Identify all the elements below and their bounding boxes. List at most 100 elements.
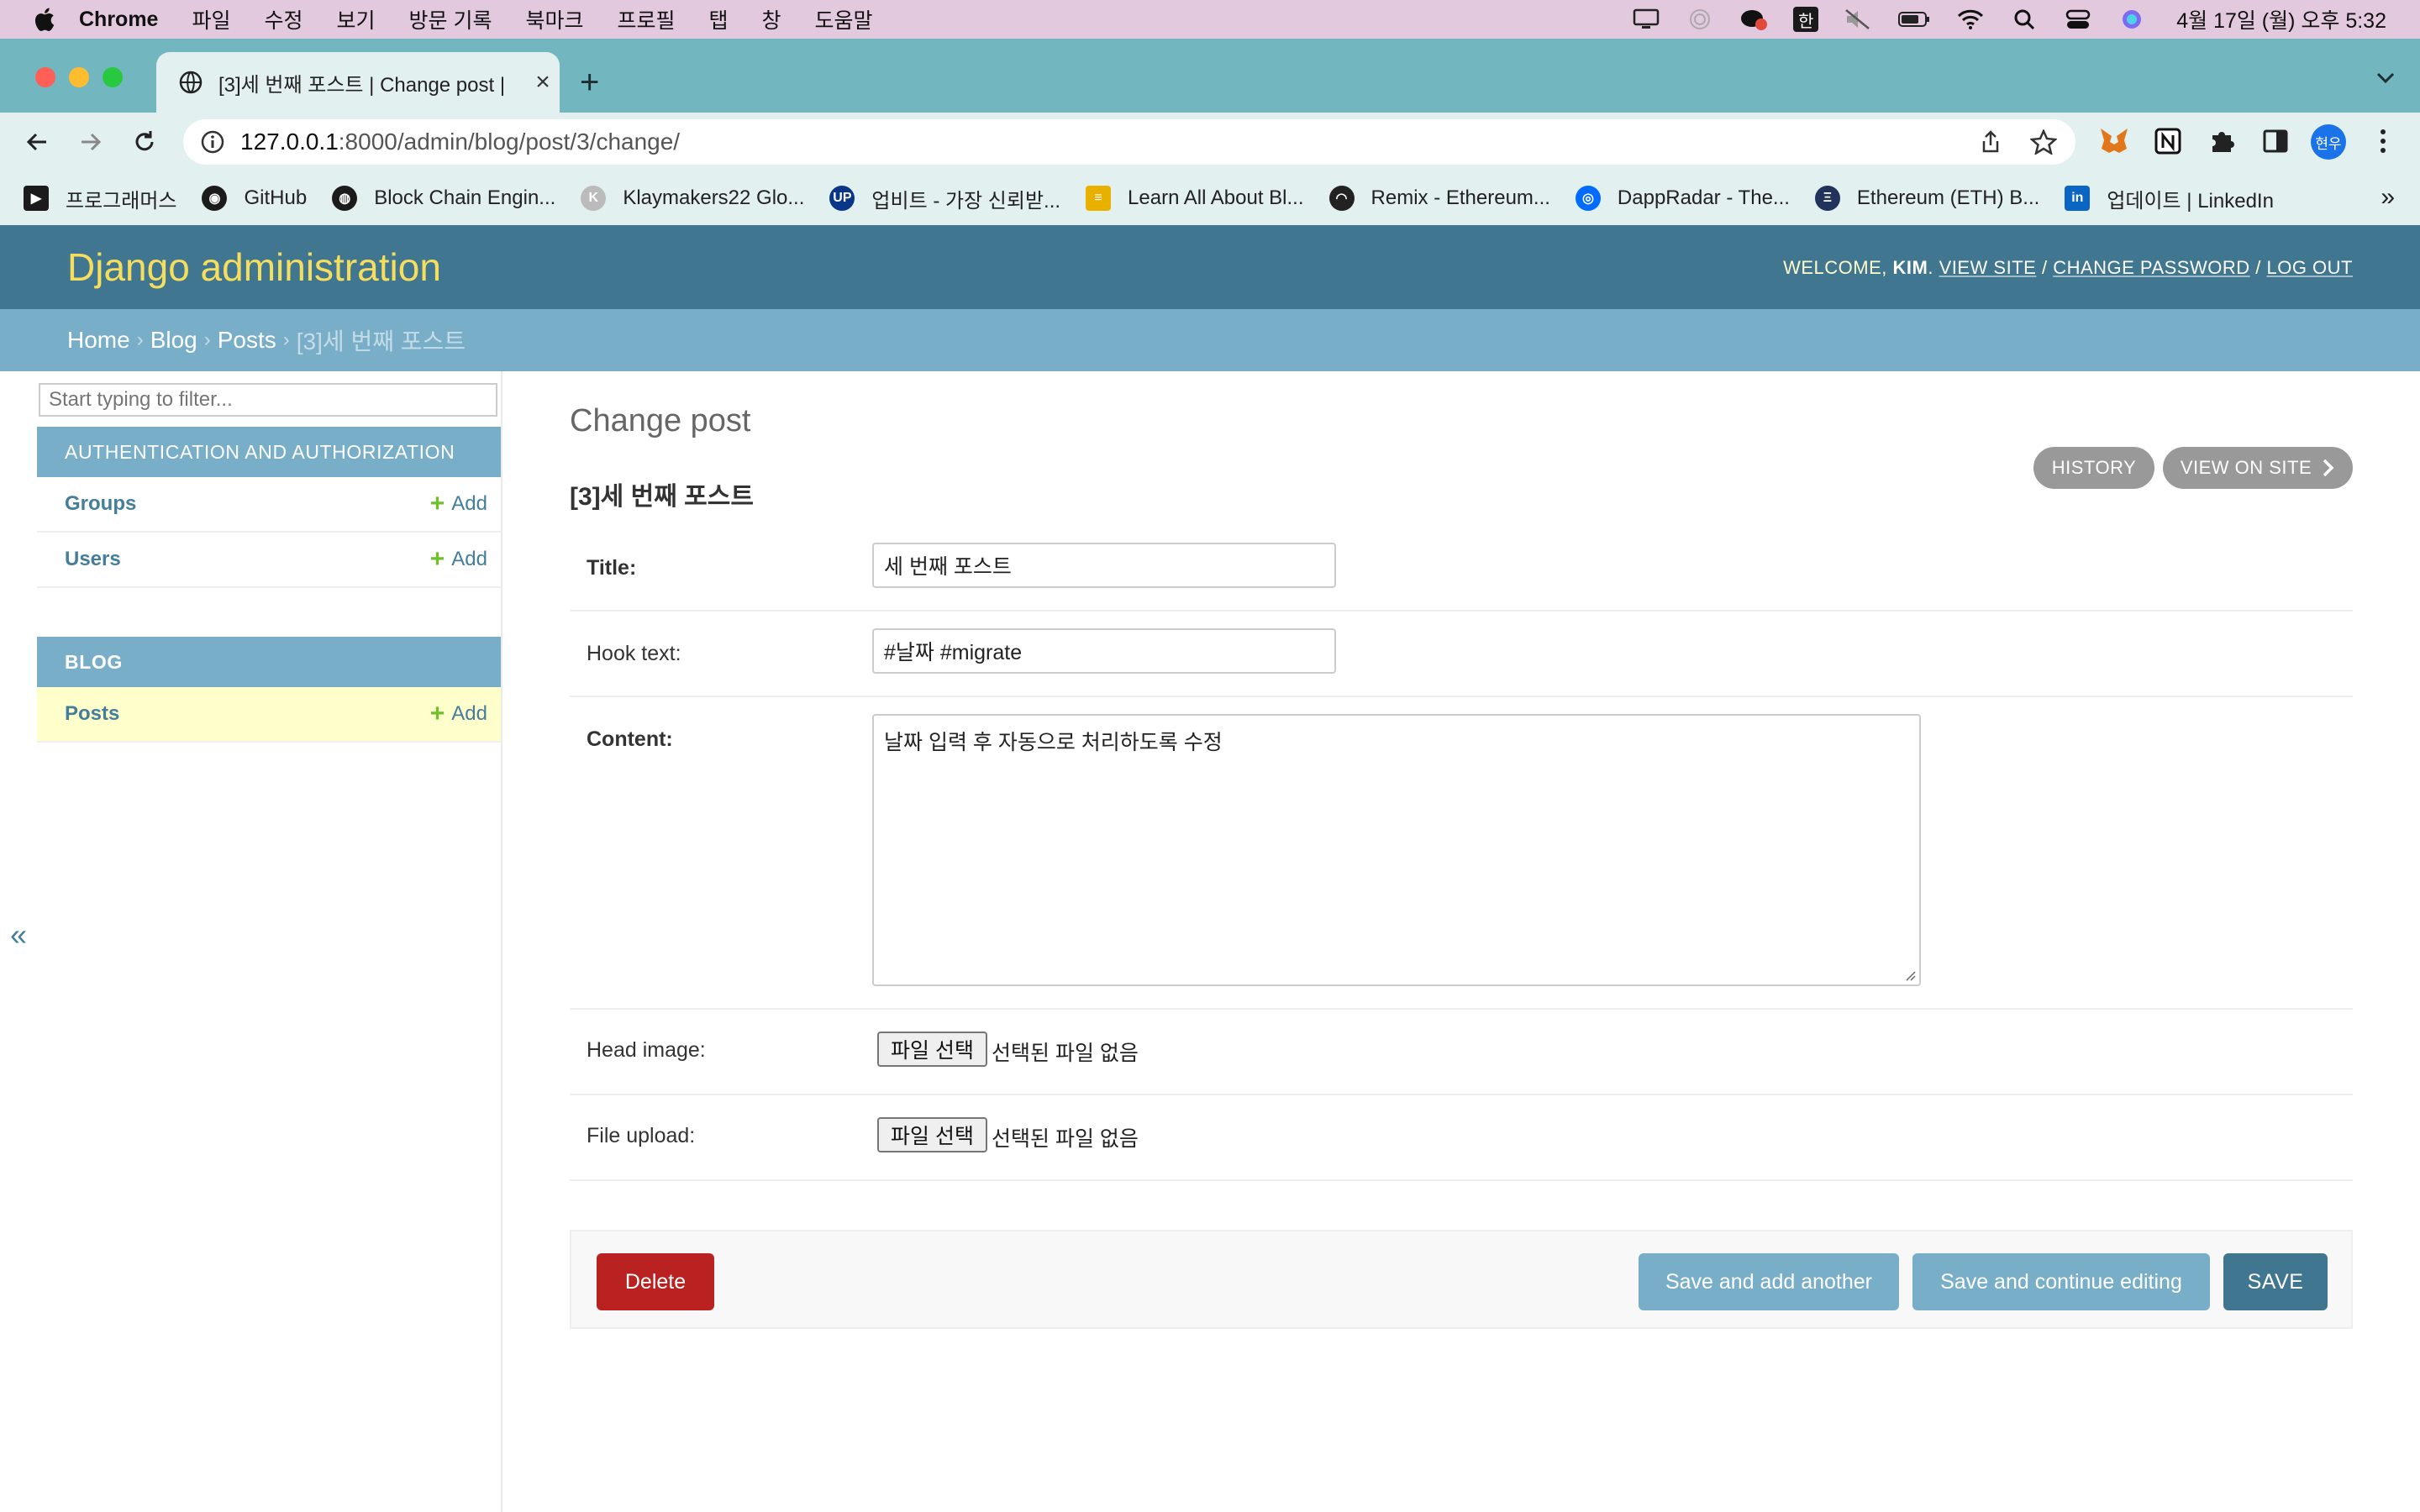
bookmark-item[interactable]: K Klaymakers22 Glo... [581, 186, 804, 211]
share-icon[interactable] [1978, 129, 2003, 155]
tab-search-chevron-icon[interactable] [2376, 72, 2395, 84]
app-caption-auth[interactable]: AUTHENTICATION AND AUTHORIZATION [37, 427, 501, 477]
breadcrumb-separator: › [136, 328, 144, 351]
site-name-link[interactable]: Django administration [67, 244, 441, 290]
forward-icon[interactable] [74, 125, 108, 159]
bookmark-item[interactable]: ◎ DappRadar - The... [1575, 186, 1790, 211]
input-source-icon[interactable]: 한 [1793, 7, 1819, 32]
bookmark-item[interactable]: ≡ Learn All About Bl... [1086, 186, 1304, 211]
bookmark-label: 업데이트 | LinkedIn [2107, 189, 2274, 213]
bookmarks-overflow-icon[interactable]: » [2381, 183, 2395, 212]
chrome-menu-icon[interactable] [2366, 124, 2400, 158]
toggle-sidebar-button[interactable]: « [0, 917, 37, 953]
save-button[interactable]: SAVE [2223, 1253, 2328, 1310]
control-center-icon[interactable] [2064, 8, 2092, 30]
window-minimize-button[interactable] [69, 67, 89, 87]
user-tools: Welcome, kim. View site / Change passwor… [1783, 257, 2353, 278]
menu-profiles[interactable]: 프로필 [617, 4, 675, 34]
view-site-link[interactable]: View site [1939, 257, 2037, 278]
tab-close-icon[interactable]: × [526, 68, 560, 97]
bookmark-item[interactable]: UP 업비트 - 가장 신뢰받... [829, 184, 1060, 213]
form-row-content: Content: 날짜 입력 후 자동으로 처리하도록 수정 [570, 696, 2353, 1010]
menu-window[interactable]: 창 [762, 4, 781, 34]
bookmark-item[interactable]: ◠ Remix - Ethereum... [1328, 186, 1550, 211]
bookmark-item[interactable]: ◍ Block Chain Engin... [332, 186, 555, 211]
menubar-status-area: 한 4월 17일 (월) 오후 5:32 [1632, 0, 2386, 39]
airdrop-icon[interactable] [1686, 8, 1714, 30]
mute-icon[interactable] [1844, 8, 1872, 30]
bookmark-label: Klaymakers22 Glo... [623, 186, 805, 209]
window-zoom-button[interactable] [103, 67, 123, 87]
site-info-icon[interactable] [200, 129, 225, 155]
remix-icon: ◠ [1328, 186, 1355, 211]
bookmark-label: DappRadar - The... [1617, 186, 1790, 209]
username: kim [1892, 257, 1928, 278]
view-on-site-button[interactable]: View on site [2163, 447, 2353, 489]
add-user-link[interactable]: + Add [430, 545, 487, 574]
menu-file[interactable]: 파일 [192, 4, 230, 34]
breadcrumb-separator: › [203, 328, 211, 351]
save-and-continue-button[interactable]: Save and continue editing [1912, 1253, 2210, 1310]
sidebar-item-label[interactable]: Groups [65, 492, 430, 516]
chat-icon[interactable] [1739, 8, 1768, 30]
breadcrumb-posts[interactable]: Posts [218, 327, 276, 354]
resize-handle-icon[interactable] [1904, 969, 1916, 981]
nav-filter-input[interactable] [39, 383, 497, 417]
browser-tab-active[interactable]: [3]세 번째 포스트 | Change post | × [156, 52, 560, 113]
log-out-link[interactable]: Log out [2266, 257, 2353, 278]
programmers-icon: ▶ [24, 186, 49, 211]
bookmark-label: Ethereum (ETH) B... [1856, 186, 2040, 209]
spotlight-icon[interactable] [2010, 8, 2039, 30]
apple-icon[interactable] [32, 6, 55, 33]
menu-tab[interactable]: 탭 [709, 4, 729, 34]
sidebar-item-label[interactable]: Posts [65, 702, 430, 726]
content-textarea[interactable]: 날짜 입력 후 자동으로 처리하도록 수정 [872, 714, 1921, 986]
file-upload-choose-file-button[interactable]: 파일 선택 [877, 1117, 987, 1152]
window-close-button[interactable] [35, 67, 55, 87]
app-caption-blog[interactable]: BLOG [37, 637, 501, 687]
save-and-add-another-button[interactable]: Save and add another [1639, 1253, 1899, 1310]
menu-app-name[interactable]: Chrome [79, 8, 158, 32]
user-tools-separator: . [1928, 257, 1939, 278]
display-icon[interactable] [1632, 8, 1660, 30]
address-bar[interactable]: 127.0.0.1:8000/admin/blog/post/3/change/ [183, 119, 2075, 165]
view-on-site-label: View on site [2180, 457, 2312, 478]
siri-icon[interactable] [2118, 8, 2146, 30]
battery-icon[interactable] [1897, 8, 1931, 30]
extensions-puzzle-icon[interactable] [2205, 124, 2238, 158]
metamask-icon[interactable] [2097, 124, 2131, 158]
menu-history[interactable]: 방문 기록 [409, 4, 492, 34]
menu-help[interactable]: 도움말 [815, 4, 873, 34]
bookmark-item[interactable]: Ξ Ethereum (ETH) B... [1814, 186, 2040, 211]
breadcrumb-blog[interactable]: Blog [150, 327, 197, 354]
notion-icon[interactable] [2151, 124, 2185, 158]
history-button[interactable]: History [2033, 447, 2154, 489]
breadcrumb-home[interactable]: Home [67, 327, 130, 354]
app-caption-label: BLOG [65, 650, 123, 673]
side-panel-icon[interactable] [2259, 124, 2292, 158]
bookmark-item[interactable]: ◉ GitHub [202, 186, 307, 211]
bookmark-star-icon[interactable] [2030, 129, 2057, 155]
title-label: Title: [587, 556, 637, 580]
sidebar-item-label[interactable]: Users [65, 548, 430, 571]
dappradar-icon: ◎ [1575, 186, 1601, 211]
menu-edit[interactable]: 수정 [264, 4, 302, 34]
menubar-clock[interactable]: 4월 17일 (월) 오후 5:32 [2176, 4, 2386, 34]
bookmark-item[interactable]: ▶ 프로그래머스 [24, 184, 176, 213]
head-image-choose-file-button[interactable]: 파일 선택 [877, 1032, 987, 1067]
change-password-link[interactable]: Change password [2053, 257, 2249, 278]
delete-button[interactable]: Delete [597, 1253, 714, 1310]
bookmark-item[interactable]: in 업데이트 | LinkedIn [2065, 184, 2274, 213]
add-post-link[interactable]: + Add [430, 700, 487, 728]
profile-avatar[interactable]: 현우 [2311, 124, 2346, 160]
menu-bookmarks[interactable]: 북마크 [525, 4, 583, 34]
hook-text-input[interactable]: #날짜 #migrate [872, 628, 1336, 674]
add-group-link[interactable]: + Add [430, 490, 487, 518]
reload-icon[interactable] [128, 125, 161, 159]
django-header: Django administration Welcome, kim. View… [0, 225, 2420, 309]
new-tab-icon[interactable]: + [580, 64, 599, 102]
menu-view[interactable]: 보기 [337, 4, 376, 34]
wifi-icon[interactable] [1956, 8, 1985, 30]
back-icon[interactable] [20, 125, 54, 159]
title-input[interactable]: 세 번째 포스트 [872, 543, 1336, 588]
